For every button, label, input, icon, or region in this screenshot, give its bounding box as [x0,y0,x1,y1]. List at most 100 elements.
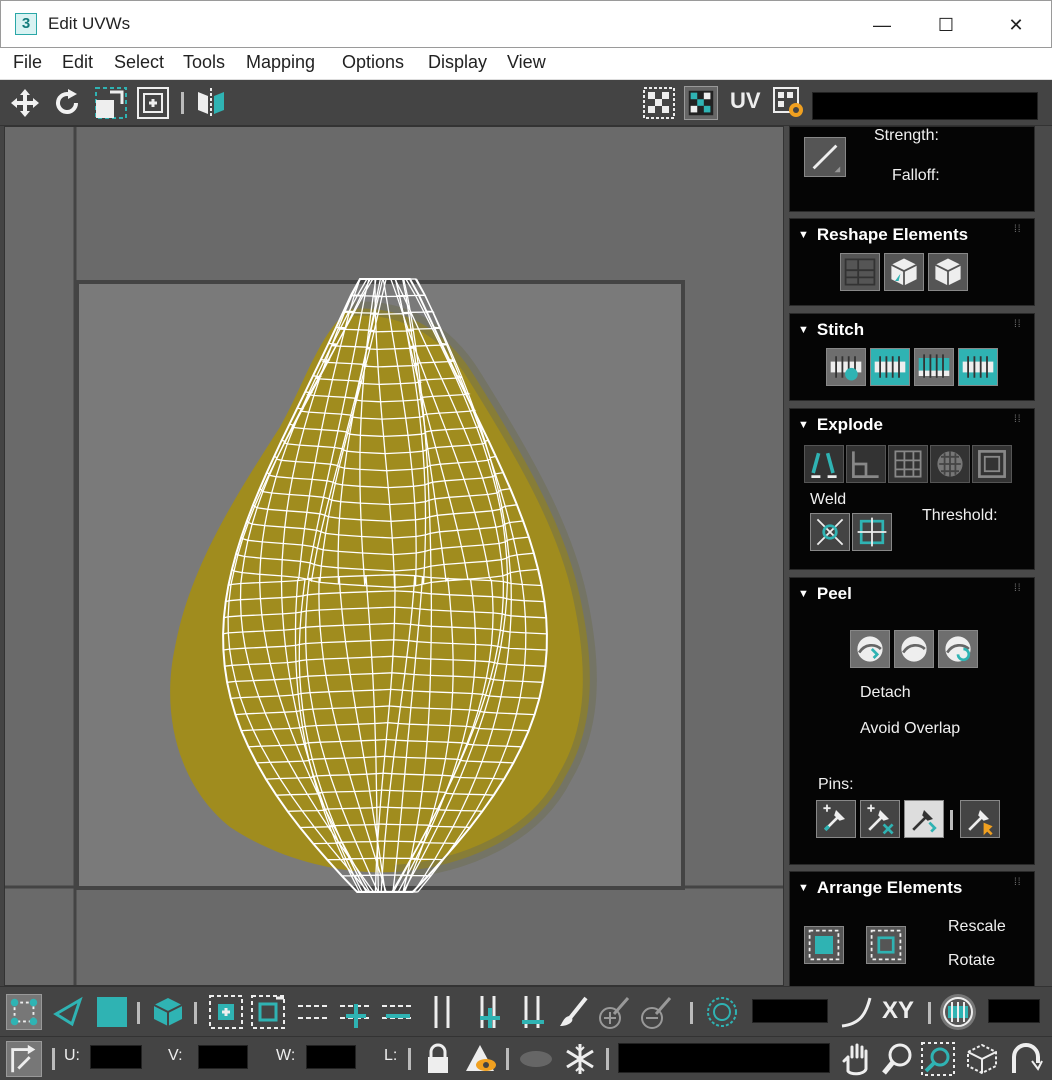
vertex-mode-icon[interactable] [6,994,42,1030]
arrange-elements-header[interactable]: ▼ Arrange Elements [798,878,962,898]
paint-select-grow-icon[interactable] [596,994,632,1030]
top-toolbar: UV [0,80,1052,126]
move-icon[interactable] [8,86,42,120]
drag-grip-icon[interactable]: ⁞⁞ [1014,584,1024,596]
drag-grip-icon[interactable]: ⁞⁞ [1014,878,1024,890]
texture-checker-icon[interactable] [684,86,718,120]
ring-grow-icon[interactable] [470,994,506,1030]
texture-dropdown[interactable] [812,92,1038,120]
eye-hidden-icon[interactable] [518,1041,554,1077]
rotate-label[interactable]: Rotate [948,952,995,970]
menu-edit[interactable]: Edit [62,52,93,73]
stitch-average-icon[interactable] [914,348,954,386]
element-mode-icon[interactable] [150,994,186,1030]
edge-mode-icon[interactable] [50,994,86,1030]
xy-space-label[interactable]: XY [882,997,914,1025]
avoid-overlap-label[interactable]: Avoid Overlap [860,720,960,738]
pack-custom-icon[interactable] [804,926,844,964]
uv-channel-label[interactable]: UV [730,88,761,114]
lock-icon[interactable] [420,1041,456,1077]
drag-grip-icon[interactable]: ⁞⁞ [1014,320,1024,332]
select-pins-icon[interactable] [960,800,1000,838]
zoom-extents-icon[interactable] [964,1041,1000,1077]
pack-normalize-icon[interactable] [866,926,906,964]
menu-file[interactable]: File [13,52,42,73]
loop-icon[interactable] [296,994,332,1030]
ring-icon[interactable] [424,994,460,1030]
menu-select[interactable]: Select [114,52,164,73]
selection-set-dropdown[interactable] [618,1043,830,1073]
unpin-selected-icon[interactable] [860,800,900,838]
reset-peel-icon[interactable] [938,630,978,668]
w-label: W: [276,1047,296,1064]
peel-mode-icon[interactable] [894,630,934,668]
mirror-icon[interactable] [194,86,228,120]
v-field[interactable] [198,1045,248,1069]
rotate-icon[interactable] [50,86,84,120]
scale-icon[interactable] [94,86,128,120]
freeze-icon[interactable] [562,1041,598,1077]
break-icon[interactable] [804,445,844,483]
uv-viewport[interactable] [4,126,784,986]
pin-selected-icon[interactable] [816,800,856,838]
edge-distance-toggle-icon[interactable] [940,994,976,1030]
ring-shrink-icon[interactable] [514,994,550,1030]
relax-settings-icon[interactable] [928,253,968,291]
flatten-custom-icon[interactable] [972,445,1012,483]
detach-label[interactable]: Detach [860,684,911,702]
snap-toggle-icon[interactable] [1008,1041,1044,1077]
loop-shrink-icon[interactable] [380,994,416,1030]
u-field[interactable] [90,1045,142,1069]
stitch-custom-icon[interactable] [826,348,866,386]
absolute-offset-icon[interactable] [6,1041,42,1077]
flatten-by-smoothing-group-icon[interactable] [888,445,928,483]
stitch-header[interactable]: ▼ Stitch [798,320,864,340]
reshape-elements-header[interactable]: ▼ Reshape Elements [798,225,968,245]
peel-header[interactable]: ▼ Peel [798,584,852,604]
stitch-to-target-icon[interactable] [870,348,910,386]
relax-icon[interactable] [884,253,924,291]
close-button[interactable]: ✕ [993,7,1039,43]
falloff-curve-icon[interactable] [838,994,874,1030]
hide-show-icon[interactable] [462,1041,498,1077]
menu-mapping[interactable]: Mapping [246,52,315,73]
paint-select-shrink-icon[interactable] [638,994,674,1030]
grow-selection-icon[interactable] [208,994,244,1030]
weld-selected-icon[interactable] [810,513,850,551]
w-field[interactable] [306,1045,356,1069]
rescale-label[interactable]: Rescale [948,918,1006,936]
edge-distance-icon[interactable] [804,137,846,177]
explode-header[interactable]: ▼ Explode [798,415,883,435]
drag-grip-icon[interactable]: ⁞⁞ [1014,415,1024,427]
minimize-button[interactable]: — [859,7,905,43]
menu-tools[interactable]: Tools [183,52,225,73]
uv-canvas[interactable] [5,127,784,986]
menu-options[interactable]: Options [342,52,404,73]
auto-pin-icon[interactable] [904,800,944,838]
stitch-to-source-icon[interactable] [958,348,998,386]
menu-view[interactable]: View [507,52,546,73]
drag-grip-icon[interactable]: ⁞⁞ [1014,225,1024,237]
pan-icon[interactable] [838,1041,874,1077]
weld-target-icon[interactable] [852,513,892,551]
maximize-button[interactable]: ☐ [923,7,969,43]
pins-label: Pins: [818,776,854,793]
soft-selection-icon[interactable] [704,994,740,1030]
zoom-region-icon[interactable] [920,1041,956,1077]
flatten-by-polygon-angle-icon[interactable] [846,445,886,483]
settings-grid-icon[interactable] [772,86,806,120]
rollout-panel: Strength: Falloff: ▼ Reshape Elements ⁞⁞ … [784,126,1052,986]
checker-pattern-icon[interactable] [642,86,676,120]
flatten-by-material-icon[interactable] [930,445,970,483]
paint-select-icon[interactable] [556,994,592,1030]
freeform-mode-icon[interactable] [136,86,170,120]
soft-selection-value-field[interactable] [752,999,828,1023]
shrink-selection-icon[interactable] [250,994,286,1030]
edge-distance-field[interactable] [988,999,1040,1023]
quick-peel-icon[interactable] [850,630,890,668]
zoom-icon[interactable] [880,1041,916,1077]
menu-display[interactable]: Display [428,52,487,73]
loop-grow-icon[interactable] [338,994,374,1030]
polygon-mode-icon[interactable] [94,994,130,1030]
straighten-icon[interactable] [840,253,880,291]
